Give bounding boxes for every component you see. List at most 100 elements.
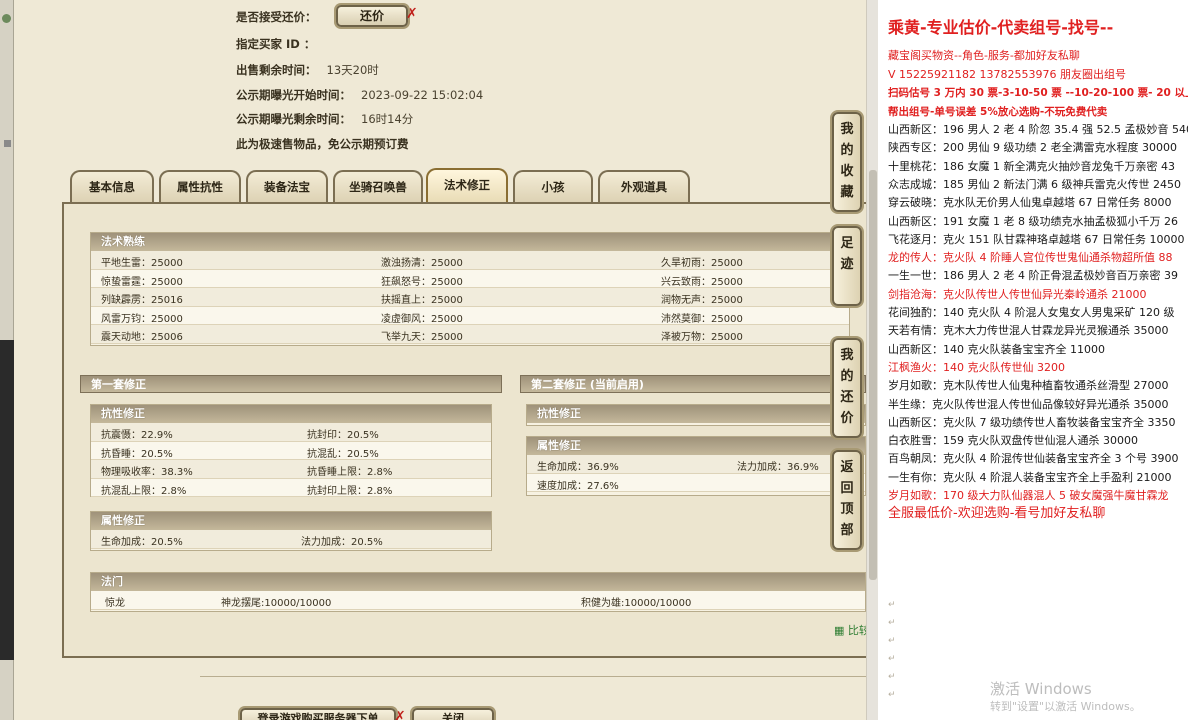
fast-sale-note: 此为极速售物品，免公示期预订费 [236, 137, 409, 151]
table-row: 风雷万钧：25000 凌虚御风：25000 沛然莫御：25000 [91, 306, 849, 325]
publicity-start-row: 公示期曝光开始时间： 2023-09-22 15:02:04 [236, 87, 483, 103]
tab-basic-info[interactable]: 基本信息 [70, 170, 154, 202]
set2-attr-title: 属性修正 [527, 437, 865, 455]
doc-line: 陕西专区：200 男仙 9 级功绩 2 老全满雷克水程度 30000 [888, 141, 1177, 155]
doc-line: V 15225921182 13782553976 朋友圈出组号 [888, 67, 1126, 81]
side-tab-top-label: 返回顶部 [840, 460, 854, 538]
table-cell: 惊蛰雷霆：25000 [101, 276, 183, 288]
side-tab-my-offers[interactable]: 我的还价 [832, 338, 862, 438]
table-cell: 飞举九天：25000 [381, 332, 463, 343]
side-tab-history[interactable]: 足迹 [832, 226, 862, 306]
accept-offer-row: 是否接受还价： [236, 9, 317, 25]
doc-line: 山西新区：196 男人 2 老 4 阶忽 35.4 强 52.5 孟极妙音 54… [888, 123, 1188, 136]
set1-resist-title: 抗性修正 [91, 405, 491, 423]
set1-attr-section: 属性修正 生命加成：20.5% 法力加成：20.5% [90, 511, 492, 551]
paragraph-mark-icon: ↵ [888, 672, 896, 682]
side-tab-history-label: 足迹 [840, 236, 854, 272]
spell-mastery-title: 法术熟练 [91, 233, 849, 251]
tab-spell-correction[interactable]: 法术修正 [426, 168, 508, 202]
scrollbar-thumb[interactable] [869, 170, 877, 580]
table-row: 生命加成：20.5% 法力加成：20.5% [91, 530, 491, 549]
table-cell: 物理吸收率：38.3% [101, 467, 193, 478]
publicity-start-label: 公示期曝光开始时间： [236, 88, 351, 102]
tab-appearance[interactable]: 外观道具 [598, 170, 690, 202]
doc-line: 山西新区：克火队 7 级功绩传世人畜牧装备宝宝齐全 3350 [888, 415, 1176, 429]
activation-watermark: 激活 Windows [990, 680, 1092, 698]
tab-equipment[interactable]: 装备法宝 [246, 170, 328, 202]
paragraph-mark-icon: ↵ [888, 690, 896, 700]
doc-line: 山西新区：140 克火队装备宝宝齐全 11000 [888, 342, 1105, 356]
tab-child[interactable]: 小孩 [513, 170, 593, 202]
table-row: 列缺霹雳：25016 扶摇直上：25000 润物无声：25000 [91, 288, 849, 307]
table-cell: 润物无声：25000 [661, 295, 743, 306]
app-icon [2, 14, 11, 23]
paragraph-mark-icon: ↵ [888, 618, 896, 628]
side-tab-my-favorites[interactable]: 我的收藏 [832, 112, 862, 212]
paragraph-mark-icon: ↵ [888, 636, 896, 646]
set1-resist-section: 抗性修正 抗震慑：22.9% 抗封印：20.5% 抗昏睡：20.5% 抗混乱：20.5… [90, 404, 492, 497]
table-cell: 震天动地：25006 [101, 332, 183, 343]
buyer-id-row: 指定买家 ID ： [236, 36, 315, 52]
document-panel: 乘黄-专业估价-代卖组号-找号-- 藏宝阁买物资--角色-服务-都加好友私聊 V 1… [878, 0, 1188, 720]
table-row: 抗震慑：22.9% 抗封印：20.5% [91, 423, 491, 442]
close-icon[interactable]: ✗ [394, 709, 406, 720]
table-cell: 平地生雷：25000 [101, 258, 183, 269]
magic-gate-name: 惊龙 [105, 598, 125, 609]
page-scrollbar[interactable] [866, 0, 878, 720]
side-tab-offers-label: 我的还价 [840, 348, 854, 426]
table-cell: 激浊扬清：25000 [381, 258, 463, 269]
table-cell: 速度加成：27.6% [537, 480, 619, 492]
set2-resist-section: 抗性修正 [526, 404, 866, 426]
publicity-left-label: 公示期曝光剩余时间： [236, 112, 351, 126]
table-row: 震天动地：25006 飞举九天：25000 泽被万物：25000 [91, 325, 849, 344]
table-cell: 狂飙怒号：25000 [381, 276, 463, 288]
publicity-left-row: 公示期曝光剩余时间： 16时14分 [236, 111, 413, 127]
time-left-value: 13天20时 [326, 63, 379, 77]
table-cell: 生命加成：20.5% [101, 537, 183, 548]
doc-line: 帮出组号-单号误差 5%放心选购-不玩免费代卖 [888, 105, 1108, 118]
time-left-row: 出售剩余时间： 13天20时 [236, 62, 379, 78]
compare-label: 比较 [847, 624, 866, 637]
table-cell: 沛然莫御：25000 [661, 313, 743, 325]
publicity-left-value: 16时14分 [361, 112, 414, 126]
close-icon[interactable]: ✗ [406, 6, 418, 22]
doc-line: 穿云破晓：克水队无价男人仙鬼卓越塔 67 日常任务 8000 [888, 196, 1172, 210]
doc-line: 岁月如歌：克木队传世人仙鬼种植畜牧通杀丝滑型 27000 [888, 379, 1169, 393]
side-tab-back-to-top[interactable]: 返回顶部 [832, 450, 862, 550]
listing-page: 是否接受还价： 还价 ✗ 指定买家 ID ： 出售剩余时间： 13天20时 公示期… [14, 0, 866, 720]
table-cell: 抗混乱：20.5% [307, 448, 379, 460]
doc-line: 剑指沧海：克火队传世人传世仙异光秦岭通杀 21000 [888, 287, 1147, 301]
table-cell: 久旱初雨：25000 [661, 258, 743, 269]
table-row: 抗昏睡：20.5% 抗混乱：20.5% [91, 441, 491, 460]
table-cell: 抗封印上限：2.8% [307, 485, 393, 497]
table-cell: 风雷万钧：25000 [101, 313, 183, 325]
doc-line: 花间独酌：140 克火队 4 阶混人女鬼女人男鬼采矿 120 级 [888, 306, 1175, 319]
table-row: 速度加成：27.6% [527, 473, 865, 492]
publicity-start-value: 2023-09-22 15:02:04 [361, 88, 484, 102]
left-window-strip [0, 0, 14, 720]
divider [200, 676, 866, 677]
doc-line: 龙的传人：克火队 4 阶睡人宫位传世鬼仙通杀物超所值 88 [888, 251, 1173, 265]
table-row: 惊蛰雷霆：25000 狂飙怒号：25000 兴云致雨：25000 [91, 269, 849, 288]
counter-offer-button[interactable]: 还价 [336, 5, 408, 27]
set2-title: 第二套修正 (当前启用) [520, 375, 866, 393]
compare-link[interactable]: ▦ 比较 [834, 622, 866, 638]
doc-line: 一生有你：克火队 4 阶混人装备宝宝齐全上手盈利 21000 [888, 470, 1172, 484]
doc-line: 全服最低价-欢迎选购-看号加好友私聊 [888, 506, 1106, 522]
close-button[interactable]: 关闭 [412, 708, 494, 720]
magic-gate-skill-2: 积健为雄:10000/10000 [581, 598, 692, 609]
set2-resist-title: 抗性修正 [527, 405, 865, 423]
table-row: 物理吸收率：38.3% 抗昏睡上限：2.8% [91, 460, 491, 479]
login-game-buy-button[interactable]: 登录游戏购买服务器下单 [240, 708, 396, 720]
doc-line: 江枫渔火：140 克火队传世仙 3200 [888, 360, 1065, 374]
magic-gate-skill-1: 神龙摆尾:10000/10000 [221, 598, 332, 609]
table-cell: 泽被万物：25000 [661, 332, 743, 343]
tab-mounts-pets[interactable]: 坐骑召唤兽 [333, 170, 423, 202]
doc-line: 扫码估号 3 万内 30 票-3-10-50 票 --10-20-100 票- … [888, 87, 1188, 99]
tab-attributes[interactable]: 属性抗性 [159, 170, 241, 202]
spell-correction-panel: 法术熟练 平地生雷：25000 激浊扬清：25000 久旱初雨：25000 惊蛰雷霆：… [62, 202, 866, 658]
set1-attr-title: 属性修正 [91, 512, 491, 530]
table-cell: 抗混乱上限：2.8% [101, 485, 187, 497]
buyer-id-label: 指定买家 ID ： [236, 37, 316, 51]
table-row: 抗混乱上限：2.8% 抗封印上限：2.8% [91, 478, 491, 497]
